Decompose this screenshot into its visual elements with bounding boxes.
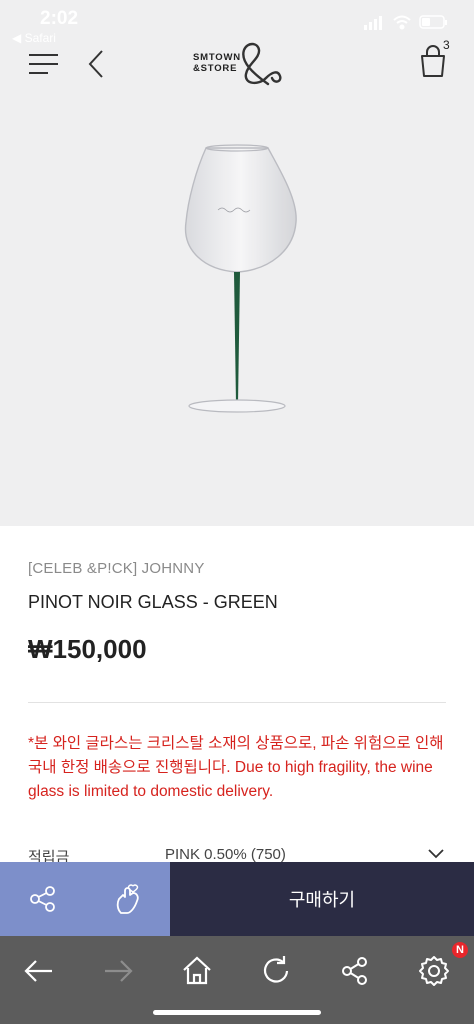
back-to-safari-link[interactable]: ◀ Safari — [12, 31, 56, 45]
forward-arrow-icon[interactable] — [93, 946, 143, 996]
finger-heart-like-button[interactable] — [85, 862, 170, 936]
buy-now-label: 구매하기 — [288, 890, 356, 910]
wifi-icon — [393, 15, 411, 30]
wine-glass-image — [184, 144, 297, 413]
share-button[interactable] — [0, 862, 85, 936]
purchase-action-bar: 구매하기 — [0, 862, 474, 936]
product-title: PINOT NOIR GLASS - GREEN — [28, 592, 278, 612]
ampersand-logo-icon — [242, 42, 282, 86]
status-icons — [364, 15, 447, 30]
status-time: 2:02 — [40, 8, 79, 29]
share-icon[interactable] — [330, 946, 380, 996]
share-icon — [29, 886, 55, 912]
chevron-down-icon[interactable] — [426, 848, 446, 860]
home-icon[interactable] — [172, 946, 222, 996]
battery-icon — [419, 15, 447, 29]
refresh-icon[interactable] — [251, 946, 301, 996]
settings-gear-icon[interactable] — [409, 946, 459, 996]
product-image-area: 2:02 ◀ Safari SMTOWN &STORE 3 — [0, 0, 474, 526]
signal-icon — [364, 16, 382, 30]
points-value: PINK 0.50% (750) — [165, 846, 286, 863]
product-brand[interactable]: [CELEB &P!CK] JOHNNY — [28, 560, 205, 577]
finger-heart-icon — [116, 884, 139, 914]
smtown-store-logo[interactable]: SMTOWN &STORE — [190, 38, 286, 90]
home-indicator — [153, 1010, 321, 1015]
hamburger-menu-icon[interactable] — [28, 52, 60, 76]
product-price: ₩150,000 — [28, 634, 147, 664]
cart-count-badge: 3 — [443, 38, 450, 52]
back-arrow-icon[interactable] — [14, 946, 64, 996]
back-arrow-icon[interactable] — [86, 48, 106, 80]
shipping-notice: *본 와인 글라스는 크리스탈 소재의 상품으로, 파손 위험으로 인해 국내 … — [28, 735, 444, 800]
divider — [28, 702, 446, 703]
buy-now-button[interactable]: 구매하기 — [170, 862, 474, 936]
notification-badge: N — [452, 942, 468, 958]
